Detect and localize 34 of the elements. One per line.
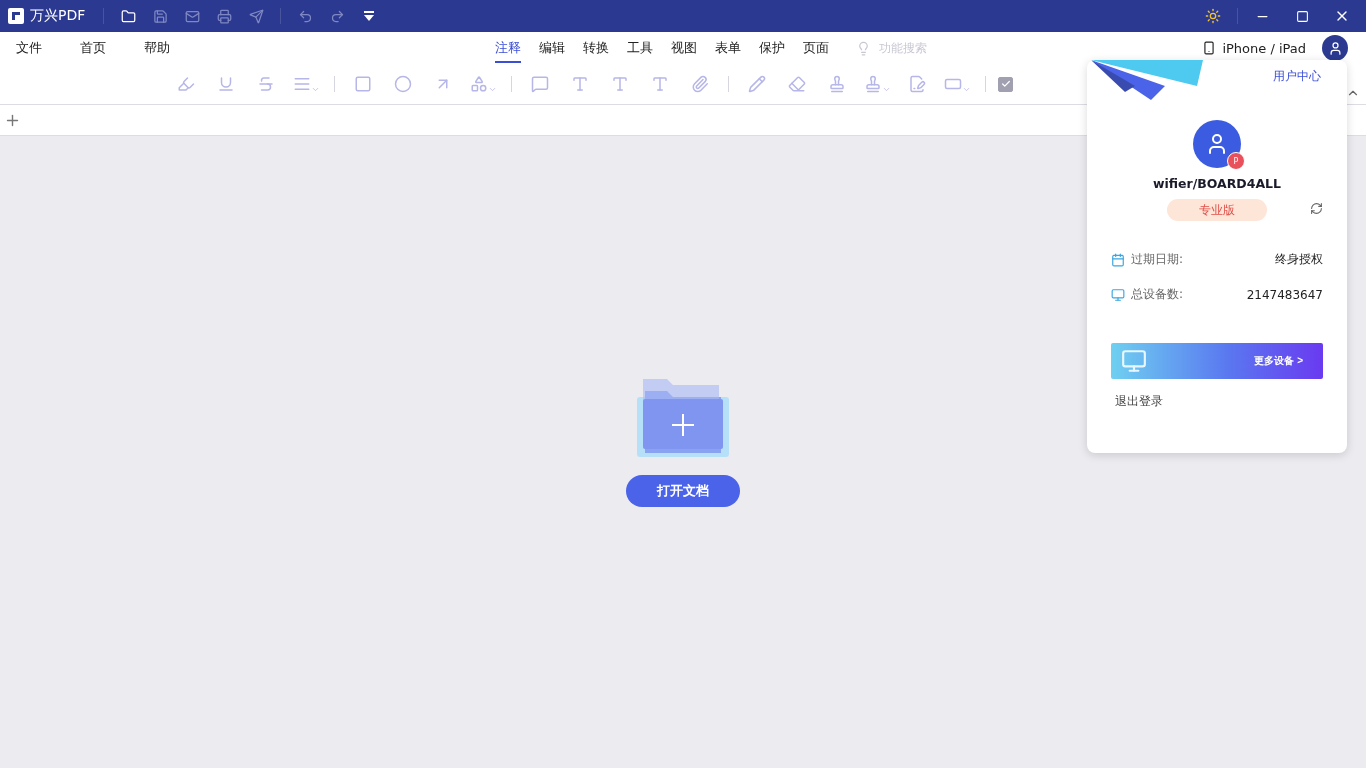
ribbon-tab[interactable]: 注释 [495,33,521,63]
more-devices-banner[interactable]: 更多设备 > [1111,343,1323,379]
user-icon [1327,40,1343,56]
edition-badge: 专业版 [1167,199,1267,221]
lightbulb-icon [856,40,871,56]
ribbon-tab[interactable]: 编辑 [539,33,565,63]
checkmark-icon [1000,79,1011,89]
user-center-link[interactable]: 用户中心 [1273,68,1321,85]
info-label: 总设备数: [1131,286,1185,303]
app-logo-icon [8,8,24,24]
ribbon-tab[interactable]: 转换 [583,33,609,63]
app-name: 万兴PDF [30,7,86,25]
menu-item[interactable]: 首页 [80,35,144,61]
info-value: 终身授权 [1275,251,1323,268]
username: wifier/BOARD4ALL [1152,176,1282,191]
monitor-icon [1111,287,1125,302]
menu-item[interactable]: 帮助 [144,35,208,61]
ribbon-tab[interactable]: 表单 [715,33,741,63]
logout-link[interactable]: 退出登录 [1115,393,1163,410]
refresh-icon[interactable] [1310,202,1323,215]
ribbon-tab[interactable]: 视图 [671,33,697,63]
ribbon-tab[interactable]: 保护 [759,33,785,63]
user-avatar-button[interactable] [1322,35,1348,61]
calendar-icon [1111,252,1125,267]
open-document-button[interactable]: 打开文档 [626,475,740,507]
info-value: 2147483647 [1246,287,1323,302]
phone-icon [1202,41,1217,55]
device-link[interactable]: iPhone / iPad [1202,40,1306,56]
pro-badge: P [1227,152,1245,170]
ribbon-tab[interactable]: 页面 [803,33,829,63]
info-label: 过期日期: [1131,251,1185,268]
menu-item[interactable]: 文件 [16,35,80,61]
ribbon-tab[interactable]: 工具 [627,33,653,63]
checkbox[interactable] [998,76,1013,92]
